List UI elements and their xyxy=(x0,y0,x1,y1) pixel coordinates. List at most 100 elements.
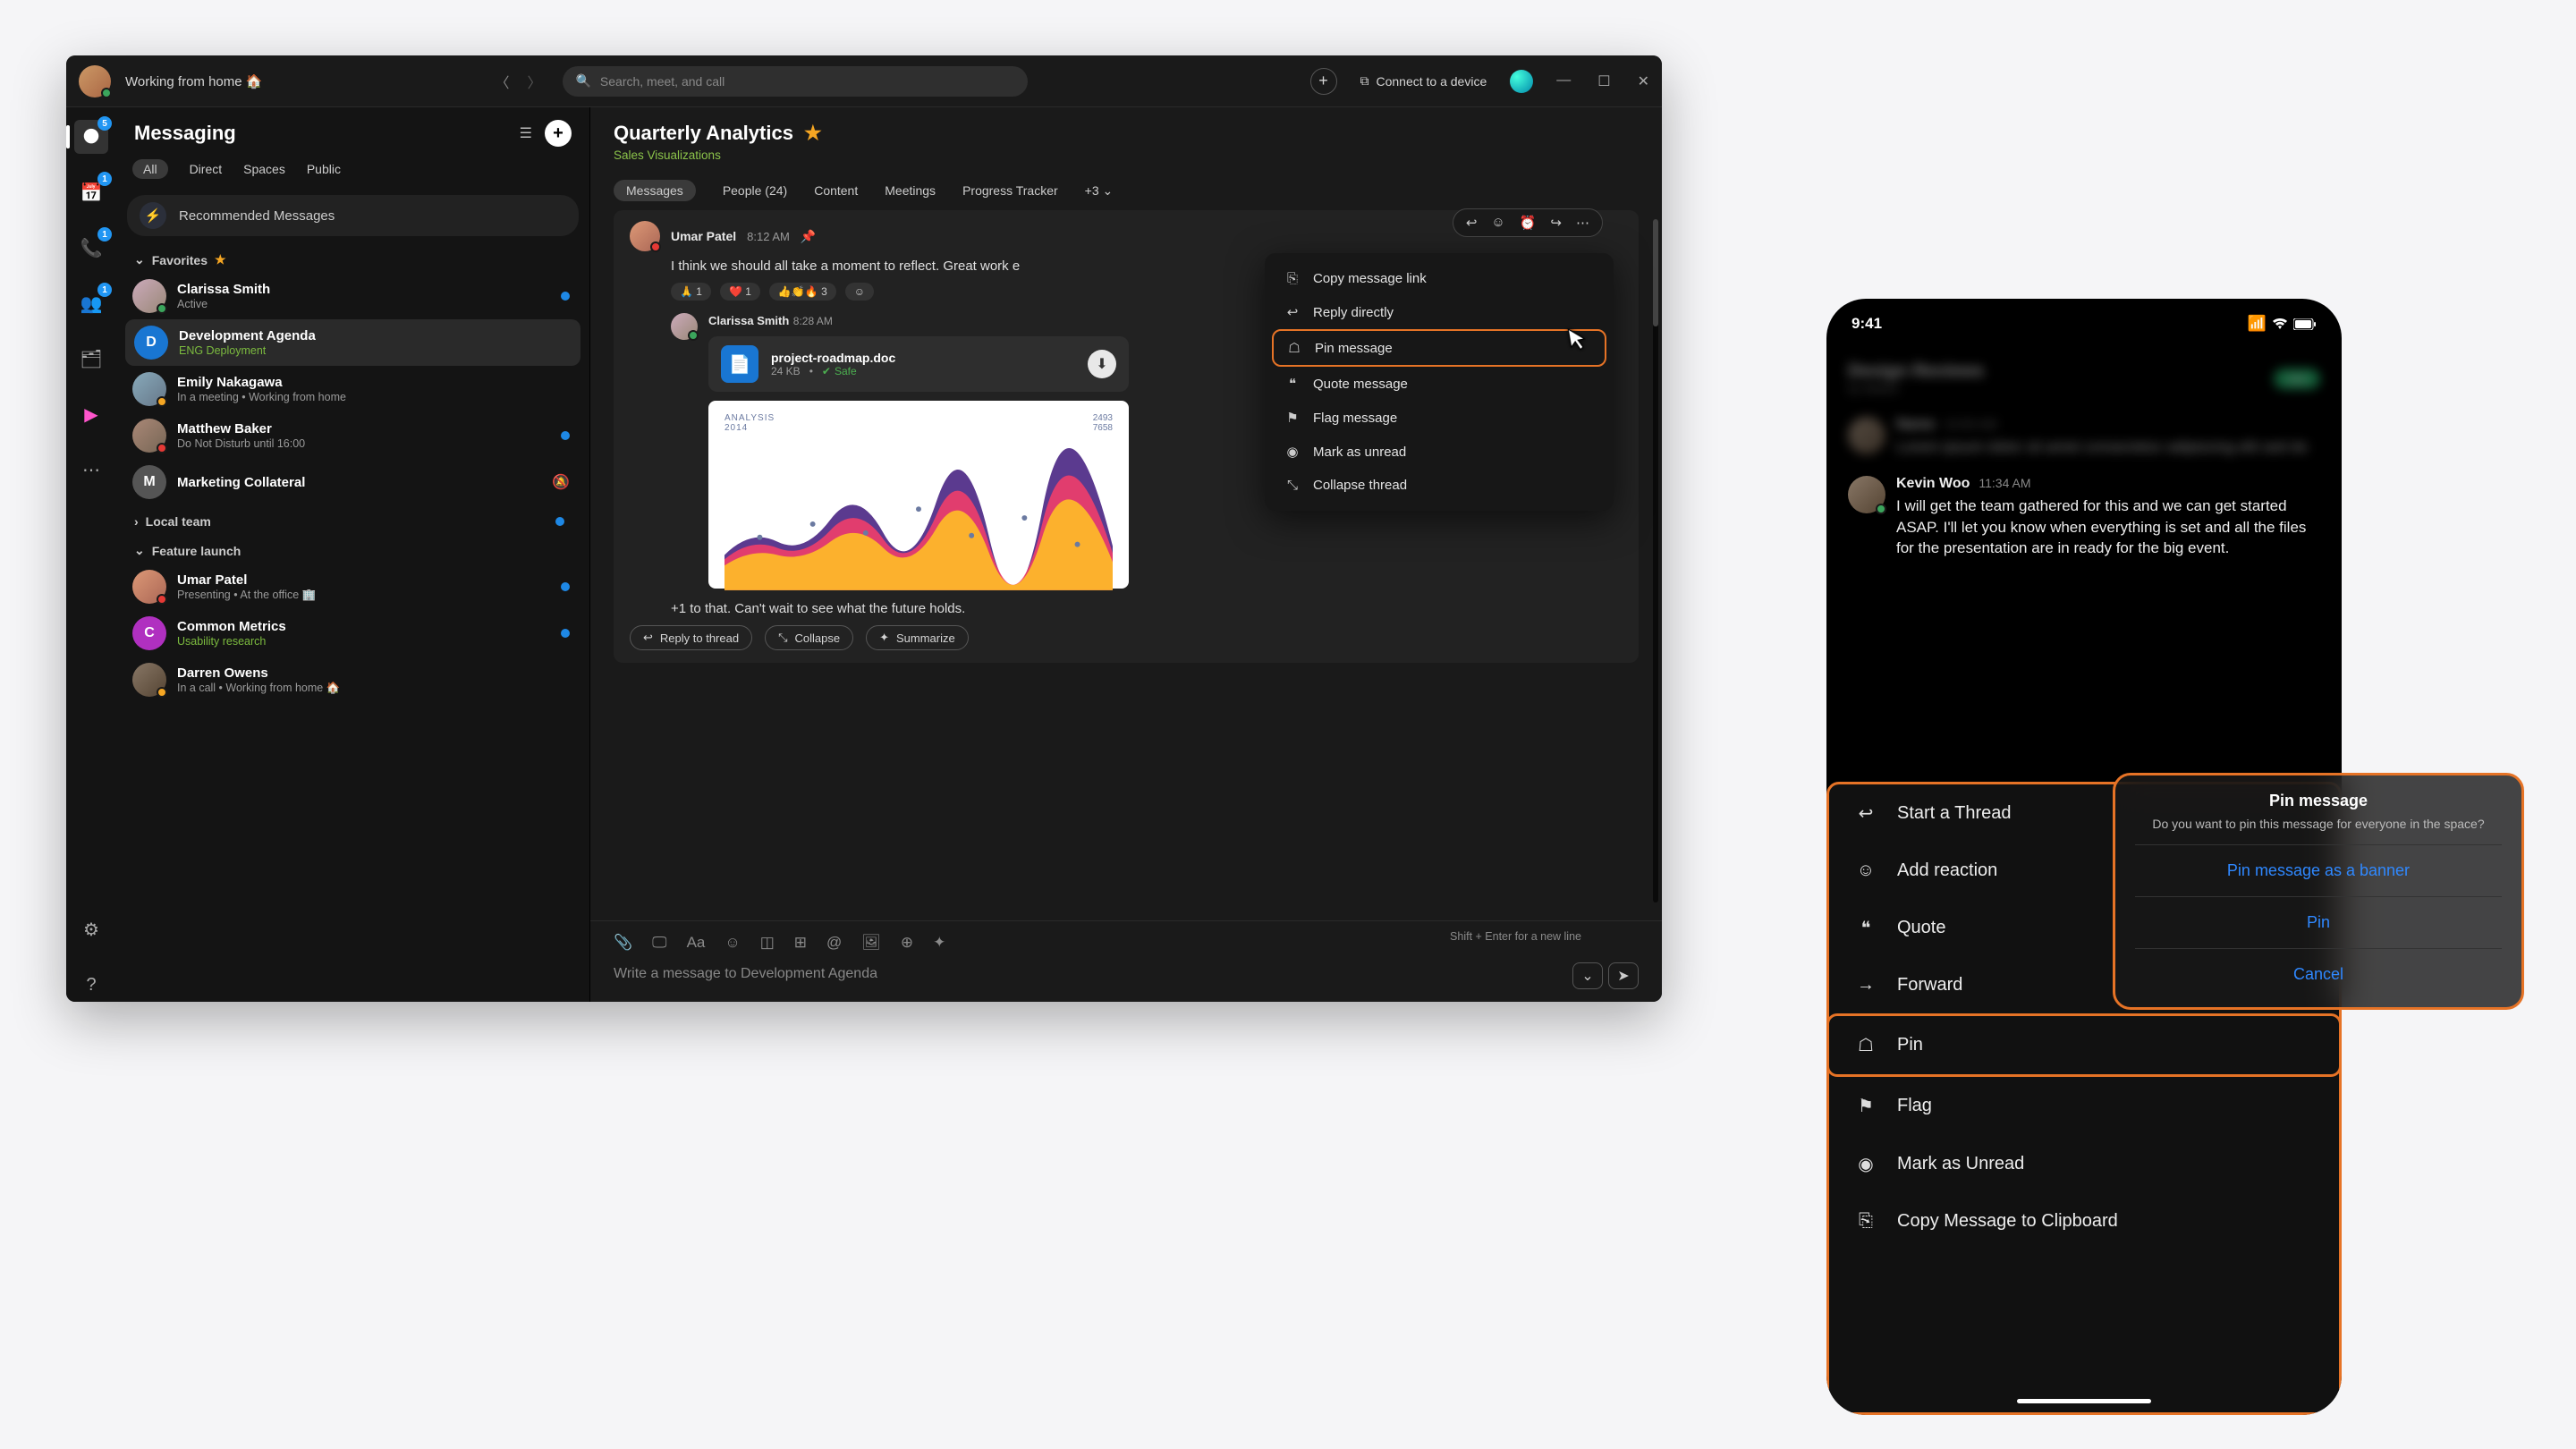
reaction[interactable]: 🙏 1 xyxy=(671,283,711,301)
filter-icon[interactable]: ☰ xyxy=(520,124,532,142)
compose-hint: Shift + Enter for a new line xyxy=(1450,930,1581,943)
sparkle-icon[interactable]: ✦ xyxy=(933,934,945,952)
rail-teams[interactable]: 👥1 xyxy=(74,286,108,320)
remind-icon[interactable]: ⏰ xyxy=(1520,215,1537,231)
tab-progress[interactable]: Progress Tracker xyxy=(962,183,1058,198)
popup-pin[interactable]: Pin xyxy=(2135,896,2502,948)
reply-icon[interactable]: ↩ xyxy=(1466,215,1478,231)
ctx-copy-link[interactable]: ⎘Copy message link xyxy=(1272,262,1606,295)
rail-apps[interactable]: ▶ xyxy=(74,397,108,431)
list-item[interactable]: Darren OwensIn a call • Working from hom… xyxy=(116,657,589,703)
reply-thread-button[interactable]: ↩Reply to thread xyxy=(630,625,752,650)
tab-messages[interactable]: Messages xyxy=(614,180,696,201)
sheet-copy[interactable]: ⎘Copy Message to Clipboard xyxy=(1829,1193,2339,1250)
rail-files[interactable]: 🗂 xyxy=(74,342,108,376)
filter-direct[interactable]: Direct xyxy=(190,162,223,176)
minimize-icon[interactable]: ― xyxy=(1556,72,1571,90)
connect-device-button[interactable]: ⧉ Connect to a device xyxy=(1360,73,1487,89)
ctx-collapse[interactable]: ⤡Collapse thread xyxy=(1272,469,1606,502)
ctx-flag[interactable]: ⚑Flag message xyxy=(1272,401,1606,435)
new-chat-button[interactable]: + xyxy=(545,120,572,147)
ctx-unread[interactable]: ◉Mark as unread xyxy=(1272,435,1606,469)
tab-content[interactable]: Content xyxy=(814,183,858,198)
globe-icon[interactable] xyxy=(1510,70,1533,93)
list-item[interactable]: Umar PatelPresenting • At the office 🏢 xyxy=(116,564,589,610)
new-button[interactable]: + xyxy=(1310,68,1337,95)
collapse-icon: ⤡ xyxy=(778,631,787,645)
sheet-unread[interactable]: ◉Mark as Unread xyxy=(1829,1135,2339,1193)
list-item[interactable]: Emily NakagawaIn a meeting • Working fro… xyxy=(116,366,589,412)
popup-cancel[interactable]: Cancel xyxy=(2135,948,2502,1000)
tab-more[interactable]: +3 ⌄ xyxy=(1085,183,1114,199)
download-button[interactable]: ⬇ xyxy=(1088,350,1116,378)
rail-more[interactable]: ⋯ xyxy=(74,453,108,487)
list-item-selected[interactable]: D Development AgendaENG Deployment xyxy=(125,319,580,366)
maximize-icon[interactable]: ☐ xyxy=(1597,72,1610,90)
home-indicator[interactable] xyxy=(2017,1399,2151,1403)
thread-icon[interactable]: ⊞ xyxy=(794,934,807,952)
file-attachment[interactable]: 📄 project-roadmap.doc 24 KB • ✔Safe ⬇ xyxy=(708,336,1129,392)
app-icon[interactable]: ⊕ xyxy=(901,934,913,952)
chart-preview[interactable]: ANALYSIS2014 24937658 xyxy=(708,401,1129,589)
rail-messaging[interactable]: 5 xyxy=(74,120,108,154)
filter-spaces[interactable]: Spaces xyxy=(243,162,285,176)
attach-icon[interactable]: 📎 xyxy=(614,934,632,952)
send-button[interactable]: ➤ xyxy=(1608,962,1639,989)
more-icon[interactable]: ⋯ xyxy=(1576,215,1589,231)
forward-icon[interactable]: ↪ xyxy=(1550,215,1562,231)
reaction[interactable]: 👍👏🔥 3 xyxy=(769,283,836,301)
scrollbar[interactable] xyxy=(1653,219,1658,902)
reply-avatar[interactable] xyxy=(671,313,698,340)
reaction[interactable]: ❤️ 1 xyxy=(720,283,760,301)
ctx-pin[interactable]: ☖Pin message xyxy=(1272,329,1606,367)
nav-back-icon[interactable]: 〈 xyxy=(495,71,509,92)
summarize-button[interactable]: ✦Summarize xyxy=(866,625,969,650)
ctx-quote[interactable]: ❝Quote message xyxy=(1272,367,1606,401)
star-icon: ★ xyxy=(215,252,226,267)
list-item[interactable]: M Marketing Collateral 🔕 xyxy=(116,459,589,505)
mobile-avatar[interactable] xyxy=(1848,476,1885,513)
mention-icon[interactable]: @ xyxy=(826,934,842,952)
collapse-button[interactable]: ⤡Collapse xyxy=(765,625,853,650)
popup-pin-banner[interactable]: Pin message as a banner xyxy=(2135,844,2502,896)
search-input[interactable]: 🔍 Search, meet, and call xyxy=(563,66,1028,97)
format-icon[interactable]: Aa xyxy=(687,934,706,952)
ctx-reply[interactable]: ↩Reply directly xyxy=(1272,295,1606,329)
emoji-icon[interactable]: ☺ xyxy=(1491,215,1504,231)
gif-icon[interactable]: ◫ xyxy=(760,934,775,952)
list-item[interactable]: C Common MetricsUsability research xyxy=(116,610,589,657)
screen-icon[interactable]: 🖵 xyxy=(652,934,666,952)
filter-all[interactable]: All xyxy=(132,159,168,179)
expand-button[interactable]: ⌄ xyxy=(1572,962,1603,989)
image-icon[interactable]: 🖼 xyxy=(861,934,881,952)
bolt-icon: ⚡ xyxy=(140,202,166,229)
unread-icon: ◉ xyxy=(1854,1153,1877,1175)
sender-avatar[interactable] xyxy=(630,221,660,251)
rail-calls[interactable]: 📞1 xyxy=(74,231,108,265)
rail-help-icon[interactable]: ? xyxy=(74,968,108,1002)
sheet-flag[interactable]: ⚑Flag xyxy=(1829,1077,2339,1135)
compose-input[interactable]: Write a message to Development Agenda xyxy=(614,957,1639,991)
star-icon[interactable]: ★ xyxy=(804,122,822,145)
add-reaction[interactable]: ☺ xyxy=(845,283,874,301)
nav-forward-icon[interactable]: 〉 xyxy=(527,71,541,92)
section-favorites[interactable]: ⌄Favorites ★ xyxy=(116,243,589,273)
section-feature-launch[interactable]: ⌄Feature launch xyxy=(116,534,589,564)
list-item[interactable]: Clarissa SmithActive xyxy=(116,273,589,319)
emoji-icon[interactable]: ☺ xyxy=(724,934,740,952)
tab-people[interactable]: People (24) xyxy=(723,183,787,198)
section-local-team[interactable]: ›Local team xyxy=(116,505,589,534)
mobile-message[interactable]: Kevin Woo11:34 AM I will get the team ga… xyxy=(1848,467,2320,568)
rail-settings-icon[interactable]: ⚙ xyxy=(74,912,108,946)
rail-calendar[interactable]: 📅1 xyxy=(74,175,108,209)
reply-time: 8:28 AM xyxy=(793,315,833,327)
list-item[interactable]: Matthew BakerDo Not Disturb until 16:00 xyxy=(116,412,589,459)
composer: 📎 🖵 Aa ☺ ◫ ⊞ @ 🖼 ⊕ ✦ Shift + Enter for a… xyxy=(590,920,1662,1002)
tab-meetings[interactable]: Meetings xyxy=(885,183,936,198)
user-avatar[interactable] xyxy=(79,65,111,97)
close-icon[interactable]: ✕ xyxy=(1638,72,1649,90)
filter-public[interactable]: Public xyxy=(307,162,341,176)
space-title: Quarterly Analytics★ xyxy=(614,122,1639,145)
recommended-row[interactable]: ⚡ Recommended Messages xyxy=(127,195,579,236)
sheet-pin[interactable]: ☖Pin xyxy=(1826,1013,2342,1077)
